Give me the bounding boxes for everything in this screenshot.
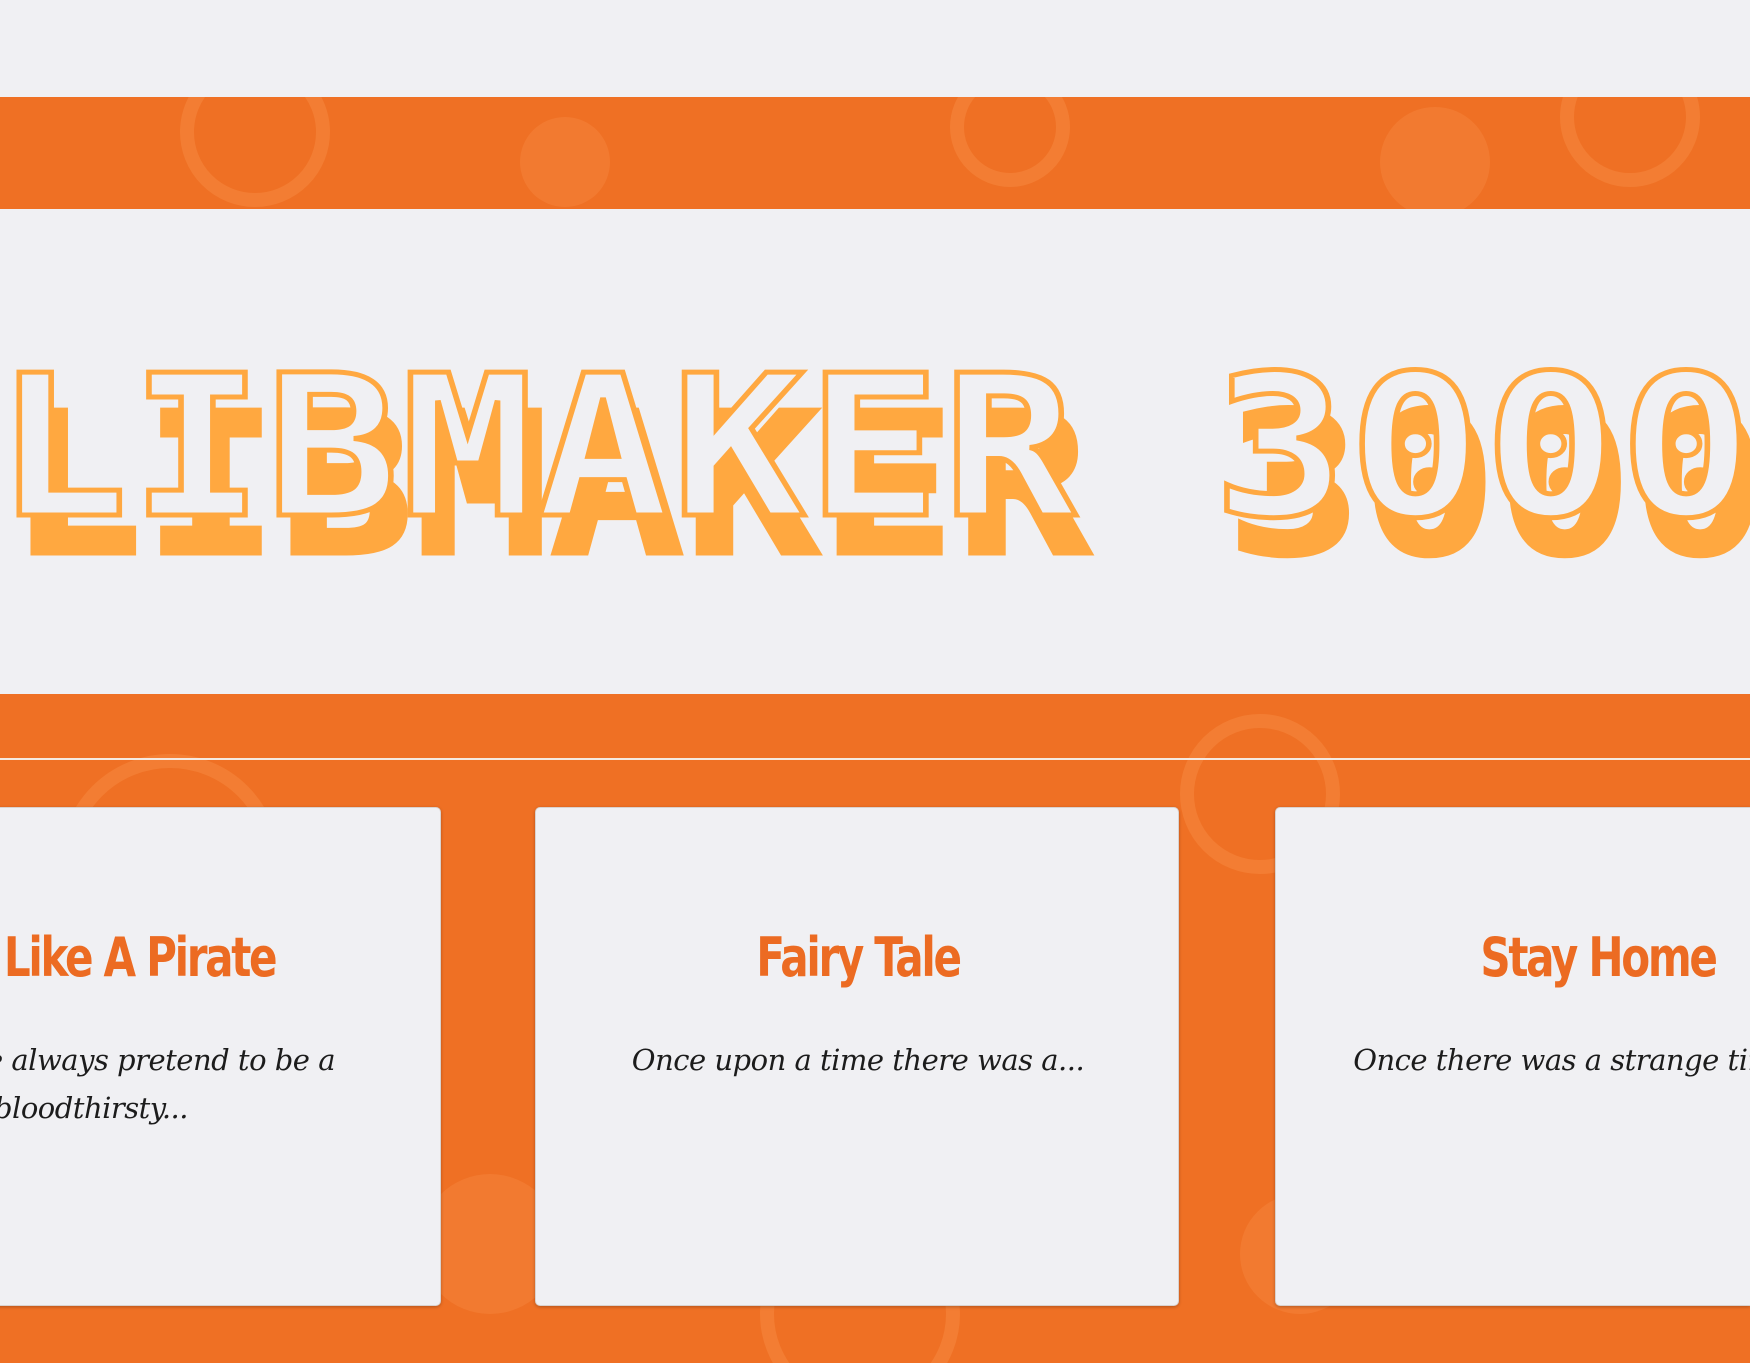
logo-text: LIBMAKER 3000 — [0, 334, 1750, 562]
story-card-fairy-tale[interactable]: Fairy Tale Once upon a time there was a.… — [535, 807, 1179, 1306]
section-divider — [0, 758, 1750, 760]
story-title[interactable]: Stay Home — [1347, 923, 1750, 993]
hero-logo-area: LIBMAKER 3000 — [0, 209, 1750, 694]
story-title[interactable]: Fairy Tale — [607, 923, 1109, 993]
story-teaser: Once there was a strange time a... — [1353, 1043, 1750, 1077]
libmaker-logo: LIBMAKER 3000 — [0, 332, 1750, 565]
story-card-stay-home[interactable]: Stay Home Once there was a strange time … — [1275, 807, 1750, 1306]
story-card-pirate[interactable]: Talk Like A Pirate Pirates are always pr… — [0, 807, 441, 1306]
story-teaser: Pirates are always pretend to be a blood… — [0, 1043, 335, 1125]
top-spacer — [0, 0, 1750, 97]
story-teaser: Once upon a time there was a... — [631, 1043, 1085, 1077]
story-title[interactable]: Talk Like A Pirate — [0, 923, 341, 993]
top-pattern-band — [0, 97, 1750, 209]
